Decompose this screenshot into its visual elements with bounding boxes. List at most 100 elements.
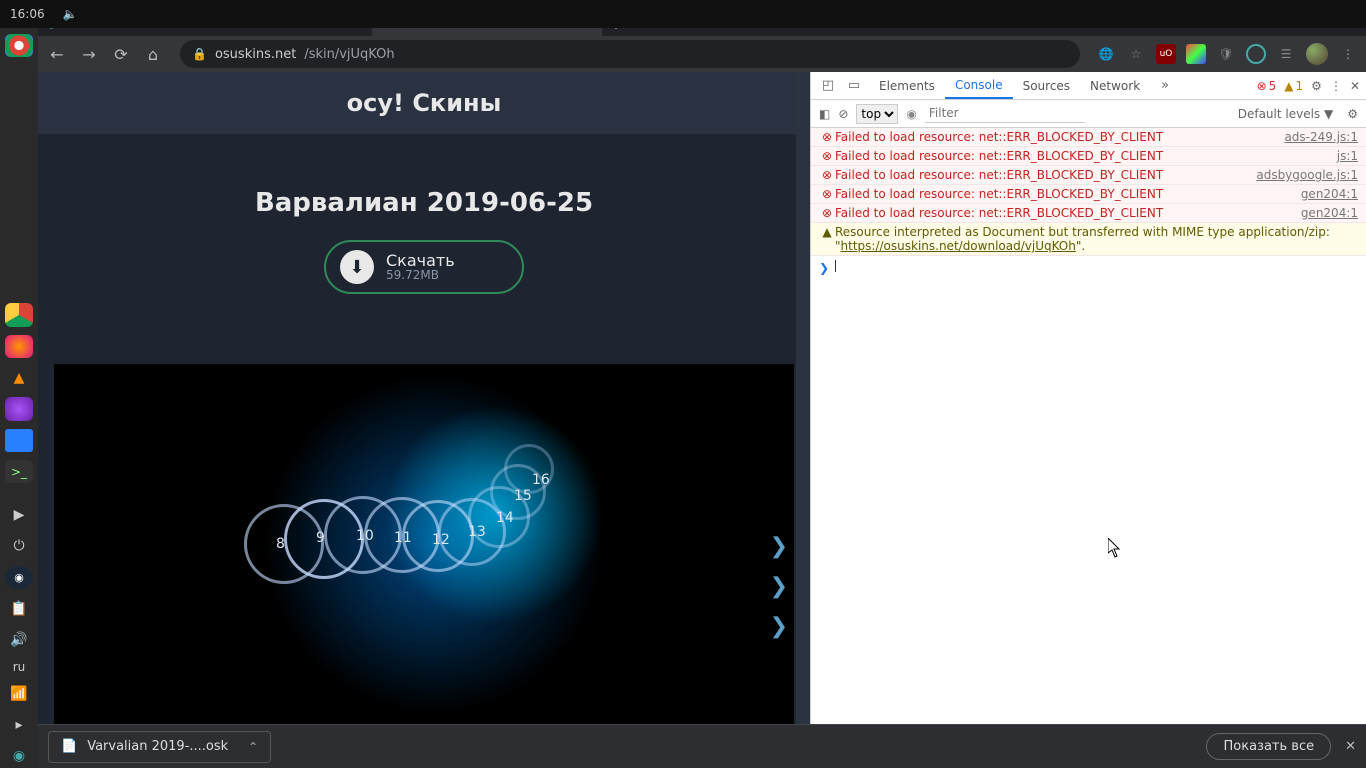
dock-sound-icon[interactable]: 🔊 [5,629,33,652]
dock-clipboard-icon[interactable]: 📋 [5,597,33,620]
nav-back-button[interactable]: ← [46,43,68,65]
ext-rainbow-icon[interactable] [1186,44,1206,64]
downloads-close-button[interactable]: ✕ [1345,739,1356,754]
circle-label: 9 [316,530,325,546]
warning-message: Resource interpreted as Document but tra… [835,225,1358,253]
reading-list-icon[interactable]: ☰ [1276,44,1296,64]
downloads-show-all-button[interactable]: Показать все [1206,733,1331,760]
console-settings-icon[interactable]: ⚙ [1347,107,1358,121]
error-source-link[interactable]: gen204:1 [1291,206,1358,220]
error-source-link[interactable]: ads-249.js:1 [1274,130,1358,144]
dock-firefox-icon[interactable] [5,335,33,358]
console-clear-button[interactable]: ⊘ [838,107,848,121]
devtools-device-icon[interactable]: ▭ [843,78,865,93]
carousel-next-2[interactable]: ❯ [770,574,788,599]
console-live-icon[interactable]: ◉ [906,107,916,121]
devtools-tab-console[interactable]: Console [945,72,1013,99]
warning-icon: ▲ [819,225,835,239]
devtools-tab-network[interactable]: Network [1080,72,1150,99]
console-levels-dropdown[interactable]: Default levels ▼ [1238,107,1334,121]
download-label: Скачать [386,252,455,270]
error-message: Failed to load resource: net::ERR_BLOCKE… [835,187,1291,201]
download-button[interactable]: ⬇ Скачать 59.72MB [324,240,524,294]
dock-terminal-icon[interactable]: >_ [5,460,33,483]
error-icon: ⊗ [819,187,835,201]
error-icon: ⊗ [819,206,835,220]
extension-icons: 🌐 ☆ uO 🛡 ☰ ⋮ [1096,43,1358,65]
ext-shield-icon[interactable]: 🛡 [1216,44,1236,64]
dock-chrome-icon[interactable] [5,34,33,57]
nav-reload-button[interactable]: ⟳ [110,43,132,65]
download-chip[interactable]: 📄 Varvalian 2019-....osk ⌃ [48,731,271,763]
devtools-settings-icon[interactable]: ⚙ [1311,79,1322,93]
error-icon: ⊗ [819,168,835,182]
page-scrollbar[interactable] [796,72,810,768]
browser-menu-button[interactable]: ⋮ [1338,44,1358,64]
address-bar[interactable]: 🔒 osuskins.net/skin/vjUqKOh [180,40,1080,68]
ext-circle-icon[interactable] [1246,44,1266,64]
console-toolbar: ◧ ⊘ top ◉ Default levels ▼ ⚙ [811,100,1366,128]
dock-steam-icon[interactable]: ◉ [5,566,33,589]
download-chip-menu[interactable]: ⌃ [248,740,258,754]
circle-label: 12 [432,532,450,548]
circle-label: 11 [394,530,412,546]
console-output[interactable]: ⊗Failed to load resource: net::ERR_BLOCK… [811,128,1366,768]
clock: 16:06 [0,7,55,21]
console-error-row[interactable]: ⊗Failed to load resource: net::ERR_BLOCK… [811,166,1366,185]
devtools-menu-icon[interactable]: ⋮ [1330,79,1342,93]
skin-title: Варвалиан 2019-06-25 [38,188,810,218]
console-warning-row[interactable]: ▲Resource interpreted as Document but tr… [811,223,1366,256]
error-message: Failed to load resource: net::ERR_BLOCKE… [835,168,1246,182]
dock-files-icon[interactable] [5,429,33,452]
error-source-link[interactable]: adsbygoogle.js:1 [1246,168,1358,182]
nav-forward-button[interactable]: → [78,43,100,65]
os-dock: ▲ >_ ▶ ⏻ ◉ 📋 🔊 ru 📶 ▸ ◉ [0,28,38,768]
error-icon: ⊗ [819,130,835,144]
dock-settings-icon[interactable]: ◉ [5,745,33,768]
dock-lang-indicator[interactable]: ru [13,660,26,674]
circle-label: 15 [514,488,532,504]
download-icon: ⬇ [340,250,374,284]
dock-play-icon[interactable]: ▶ [5,503,33,526]
translate-icon[interactable]: 🌐 [1096,44,1116,64]
bookmark-star-icon[interactable]: ☆ [1126,44,1146,64]
circle-label: 10 [356,528,374,544]
console-error-row[interactable]: ⊗Failed to load resource: net::ERR_BLOCK… [811,204,1366,223]
console-sidebar-toggle[interactable]: ◧ [819,107,830,121]
dock-wifi-icon[interactable]: 📶 [5,682,33,705]
console-context-select[interactable]: top [856,104,898,124]
downloads-bar: 📄 Varvalian 2019-....osk ⌃ Показать все … [38,724,1366,768]
console-error-row[interactable]: ⊗Failed to load resource: net::ERR_BLOCK… [811,185,1366,204]
ublock-icon[interactable]: uO [1156,44,1176,64]
dock-google-chrome-icon[interactable] [5,303,33,326]
devtools-error-count[interactable]: ⊗ 5 [1257,79,1277,93]
profile-avatar[interactable] [1306,43,1328,65]
dock-expand-icon[interactable]: ▸ [5,713,33,736]
carousel-next-3[interactable]: ❯ [770,614,788,639]
circle-label: 13 [468,524,486,540]
devtools-inspect-icon[interactable]: ◰ [817,78,839,93]
devtools-close-icon[interactable]: ✕ [1350,79,1360,93]
volume-icon[interactable]: 🔈 [55,7,86,21]
console-filter-input[interactable] [925,104,1085,123]
site-title: осу! Скины [347,89,502,117]
devtools-tab-elements[interactable]: Elements [869,72,945,99]
error-source-link[interactable]: js:1 [1327,149,1358,163]
devtools-warn-count[interactable]: ▲ 1 [1284,79,1303,93]
dock-vlc-icon[interactable]: ▲ [5,366,33,389]
devtools-more-tabs-icon[interactable]: » [1154,78,1176,93]
console-error-row[interactable]: ⊗Failed to load resource: net::ERR_BLOCK… [811,128,1366,147]
site-header[interactable]: осу! Скины [38,72,810,134]
error-message: Failed to load resource: net::ERR_BLOCKE… [835,149,1327,163]
dock-app-purple-icon[interactable] [5,397,33,420]
error-source-link[interactable]: gen204:1 [1291,187,1358,201]
dock-power-icon[interactable]: ⏻ [5,535,33,558]
console-error-row[interactable]: ⊗Failed to load resource: net::ERR_BLOCK… [811,147,1366,166]
console-prompt[interactable]: ❯ [811,256,1366,279]
browser-toolbar: ← → ⟳ ⌂ 🔒 osuskins.net/skin/vjUqKOh 🌐 ☆ … [38,36,1366,72]
carousel-next-1[interactable]: ❯ [770,534,788,559]
nav-home-button[interactable]: ⌂ [142,43,164,65]
devtools-tab-sources[interactable]: Sources [1013,72,1080,99]
os-top-panel: 16:06 🔈 [0,0,1366,28]
circle-label: 14 [496,510,514,526]
